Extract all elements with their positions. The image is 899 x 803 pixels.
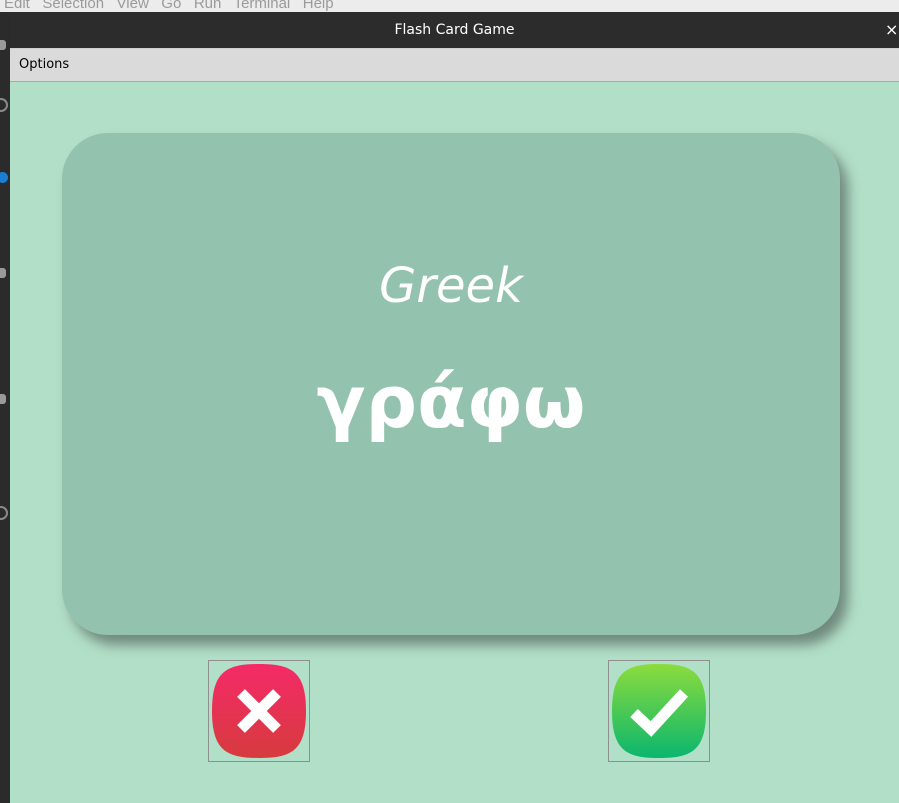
window-title: Flash Card Game [394, 22, 515, 38]
remote-icon [0, 394, 6, 404]
card-language-title: Greek [379, 258, 523, 314]
account-icon [0, 506, 8, 520]
background-editor-activity-bar [0, 12, 10, 803]
card-word: γράφω [316, 360, 586, 444]
flash-card-window: Flash Card Game × Options Greek γράφω [10, 12, 899, 803]
flash-card[interactable]: Greek γράφω [62, 133, 840, 635]
background-editor-menu-text: Edit Selection View Go Run Terminal Help [4, 0, 334, 12]
menu-options[interactable]: Options [14, 55, 74, 74]
background-editor-menubar: Edit Selection View Go Run Terminal Help [0, 0, 899, 12]
wrong-answer-button[interactable] [208, 660, 310, 762]
right-answer-button[interactable] [608, 660, 710, 762]
explorer-icon [0, 40, 6, 50]
title-bar: Flash Card Game × [10, 12, 899, 48]
notification-badge [0, 172, 8, 183]
search-icon [0, 98, 8, 112]
menu-bar: Options [10, 48, 899, 82]
close-button[interactable]: × [885, 20, 899, 40]
check-icon [612, 664, 706, 758]
x-icon [212, 664, 306, 758]
extensions-icon [0, 268, 6, 278]
